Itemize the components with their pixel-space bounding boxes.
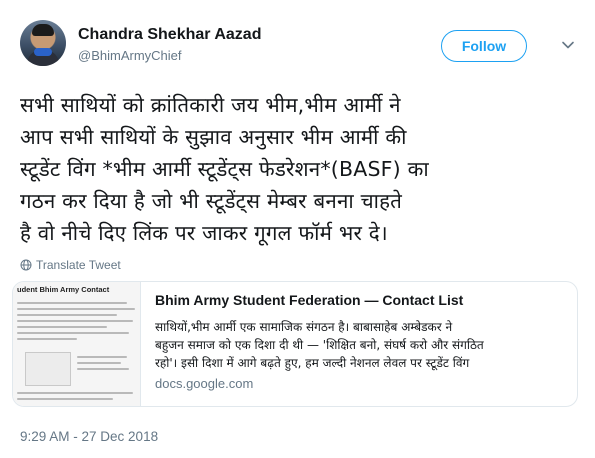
card-description-line: बहुजन समाज को एक दिशा दी थी — 'शिक्षित ब… [155, 338, 484, 352]
card-description: साथियों,भीम आर्मी एक सामाजिक संगठन है। ब… [155, 318, 565, 372]
card-title: Bhim Army Student Federation — Contact L… [155, 292, 464, 308]
tweet-line: सभी साथियों को क्रांतिकारी जय भीम,भीम आर… [20, 93, 401, 117]
tweet-line: स्टूडेंट विंग *भीम आर्मी स्टूडेंट्स फेडर… [20, 157, 429, 181]
follow-button[interactable]: Follow [441, 30, 527, 62]
link-preview-card[interactable]: udent Bhim Army Contact Bhim Army Studen… [12, 281, 578, 407]
author-name[interactable]: Chandra Shekhar Aazad [78, 26, 261, 44]
tweet-line: है वो नीचे दिए लिंक पर जाकर गूगल फॉर्म भ… [20, 221, 388, 245]
translate-tweet-link[interactable]: Translate Tweet [20, 257, 121, 273]
tweet-text: सभी साथियों को क्रांतिकारी जय भीम,भीम आर… [20, 89, 580, 249]
card-thumbnail: udent Bhim Army Contact [13, 282, 141, 406]
tweet-line: गठन कर दिया है जो भी स्टूडेंट्स मेम्बर ब… [20, 189, 403, 213]
tweet-timestamp[interactable]: 9:29 AM - 27 Dec 2018 [20, 429, 158, 444]
tweet-line: आप सभी साथियों के सुझाव अनुसार भीम आर्मी… [20, 125, 407, 149]
card-description-line: रहो'। इसी दिशा में आगे बढ़ते हुए, हम जल्… [155, 356, 470, 370]
translate-label: Translate Tweet [36, 258, 121, 272]
chevron-down-icon[interactable] [561, 38, 575, 52]
card-description-line: साथियों,भीम आर्मी एक सामाजिक संगठन है। ब… [155, 320, 453, 334]
card-domain: docs.google.com [155, 376, 254, 391]
author-handle[interactable]: @BhimArmyChief [78, 48, 182, 63]
globe-icon [20, 259, 32, 271]
tweet-header: Chandra Shekhar Aazad @BhimArmyChief Fol… [20, 20, 580, 72]
thumbnail-title: udent Bhim Army Contact [17, 285, 110, 294]
avatar[interactable] [20, 20, 66, 66]
